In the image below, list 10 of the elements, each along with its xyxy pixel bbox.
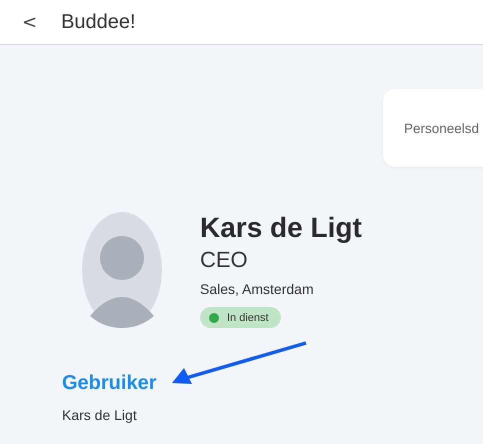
app-title: Buddee! [61,10,136,34]
person-name: Kars de Ligt [200,212,362,244]
status-badge: In dienst [200,307,281,328]
card[interactable]: Personeelsd [383,89,483,167]
card-label: Personeelsd [404,120,480,136]
department-location: Sales, Amsterdam [200,281,314,297]
job-title: CEO [200,247,248,273]
user-name: Kars de Ligt [62,407,137,423]
section-title[interactable]: Gebruiker [62,372,156,395]
back-button[interactable]: < [18,12,42,32]
